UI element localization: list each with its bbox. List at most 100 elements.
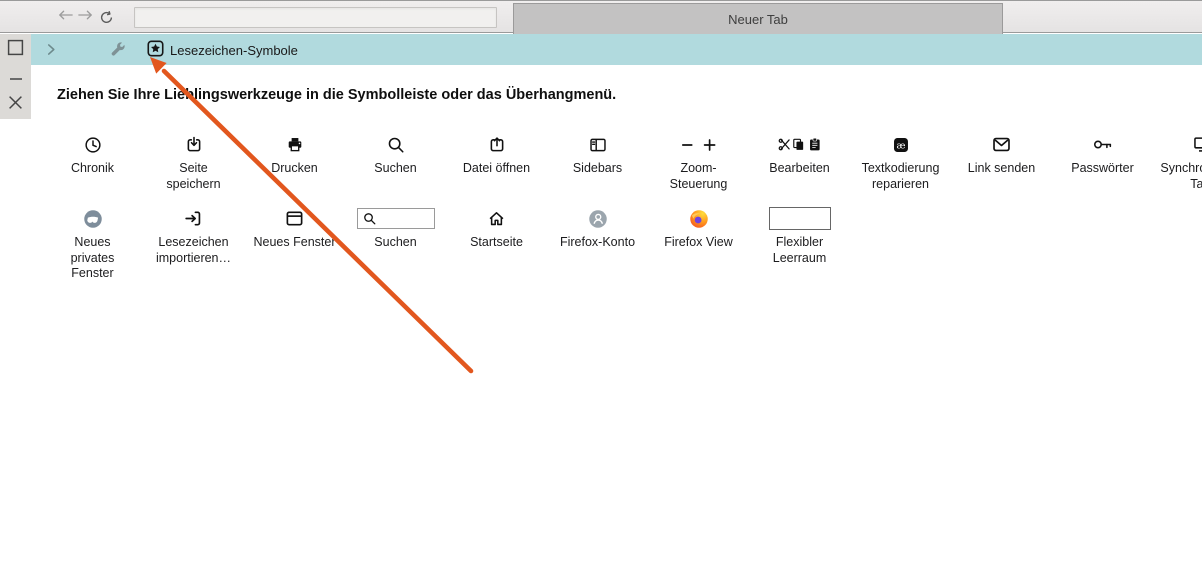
flexible-space-box [768,207,831,230]
icon-box [143,131,244,158]
icon-box [951,131,1052,158]
minimize-button[interactable] [0,64,31,88]
minus-icon [9,69,23,84]
firefox-customize-screen: Neuer Tab Lesezeichen-Symbole Ziehen Sie… [0,0,1202,574]
palette-item-label: Chronik [70,161,115,175]
palette-item-private-window[interactable]: Neues privates Fenster [42,205,143,282]
svg-text:æ: æ [896,140,905,151]
import-bookmarks-icon [184,209,203,228]
palette-item-firefox-account[interactable]: Firefox-Konto [547,205,648,282]
envelope-icon [992,135,1011,154]
icon-box [1153,131,1202,158]
arrow-left-icon [57,9,74,24]
icon-box [446,205,547,232]
palette-item-home[interactable]: Startseite [446,205,547,282]
icon-box [446,131,547,158]
palette-item-print[interactable]: Drucken [244,131,345,192]
close-x-icon [8,95,23,113]
browser-toolbar: Neuer Tab [0,0,1202,34]
sidebars-icon [589,136,607,154]
overflow-item-bookmark-symbols[interactable]: Lesezeichen-Symbole [147,40,298,60]
annotation-toolbar [0,34,31,119]
palette-item-label: Firefox View [664,235,733,249]
address-bar[interactable] [134,7,497,28]
palette-row-2: Neues privates Fenster Lesezeichen import… [42,205,850,282]
rectangle-icon [7,39,24,59]
close-button[interactable] [0,92,31,116]
icon-box: æ [850,131,951,158]
search-icon [363,212,376,225]
zoom-controls-icon [680,136,718,154]
bookmark-star-box-icon [147,40,164,60]
firefox-view-icon [689,209,709,229]
open-file-icon [488,136,506,154]
save-page-icon [185,136,203,154]
palette-item-label: Startseite [470,235,523,249]
palette-item-search-field[interactable]: Suchen [345,205,446,282]
palette-item-label: Suchen [374,235,417,249]
palette-item-firefox-view[interactable]: Firefox View [648,205,749,282]
synced-tabs-icon [1194,135,1202,154]
icon-box [42,131,143,158]
customize-heading: Ziehen Sie Ihre Lieblingswerkzeuge in di… [57,87,617,103]
palette-item-open-file[interactable]: Datei öffnen [446,131,547,192]
text-encoding-icon: æ [892,136,910,154]
palette-item-send-link[interactable]: Link senden [951,131,1052,192]
palette-item-label: Lesezeichen importieren… [155,235,232,265]
wrench-icon [111,42,126,60]
overflow-item-label: Lesezeichen-Symbole [170,42,298,58]
wrench-button[interactable] [111,42,126,57]
palette-item-synced-tabs[interactable]: Synchronisierte Tabs [1153,131,1202,192]
edit-icon [778,136,822,153]
search-icon [387,136,405,154]
palette-item-history[interactable]: Chronik [42,131,143,192]
palette-item-import-bookmarks[interactable]: Lesezeichen importieren… [143,205,244,282]
printer-icon [286,136,304,154]
palette-item-label: Neues Fenster [253,235,336,249]
icon-box [1052,131,1153,158]
circular-arrow-icon [99,11,114,28]
palette-item-label: Seite speichern [166,161,221,191]
palette-item-search[interactable]: Suchen [345,131,446,192]
clock-icon [84,136,102,154]
icon-box [143,205,244,232]
forward-button[interactable] [77,9,94,21]
tab-neuer-tab[interactable]: Neuer Tab [513,3,1003,34]
palette-item-label: Textkodierung reparieren [861,161,940,191]
palette-item-zoom-controls[interactable]: Zoom- Steuerung [648,131,749,192]
back-button[interactable] [57,9,74,21]
palette-item-flexible-space[interactable]: Flexibler Leerraum [749,205,850,282]
icon-box [42,205,143,232]
palette-item-passwords[interactable]: Passwörter [1052,131,1153,192]
palette-item-label: Bearbeiten [769,161,830,175]
palette-item-new-window[interactable]: Neues Fenster [244,205,345,282]
icon-box [345,131,446,158]
icon-box [749,131,850,158]
palette-item-text-encoding[interactable]: æ Textkodierung reparieren [850,131,951,192]
chevron-right-icon [46,44,57,59]
arrow-right-icon [77,9,94,24]
chevron-right-button[interactable] [46,43,57,56]
rectangle-tool-button[interactable] [0,37,31,61]
palette-item-sidebars[interactable]: Sidebars [547,131,648,192]
firefox-account-icon [588,209,608,229]
search-field-widget [345,205,446,232]
palette-item-label: Passwörter [1071,161,1134,175]
palette-item-edit[interactable]: Bearbeiten [749,131,850,192]
icon-box [244,205,345,232]
key-icon [1093,135,1112,154]
new-window-icon [285,209,304,228]
private-window-icon [83,209,103,229]
icon-box [547,205,648,232]
icon-box [648,131,749,158]
palette-item-label: Sidebars [572,161,623,175]
palette-item-save-page[interactable]: Seite speichern [143,131,244,192]
reload-button[interactable] [99,10,114,25]
customize-overflow-bar: Lesezeichen-Symbole [31,34,1202,65]
palette-item-label: Zoom- Steuerung [669,161,728,191]
palette-item-label: Link senden [967,161,1036,175]
palette-item-label: Synchronisierte Tabs [1160,161,1202,191]
tab-title: Neuer Tab [728,11,788,27]
palette-item-label: Neues privates Fenster [70,235,115,280]
home-icon [487,209,506,228]
